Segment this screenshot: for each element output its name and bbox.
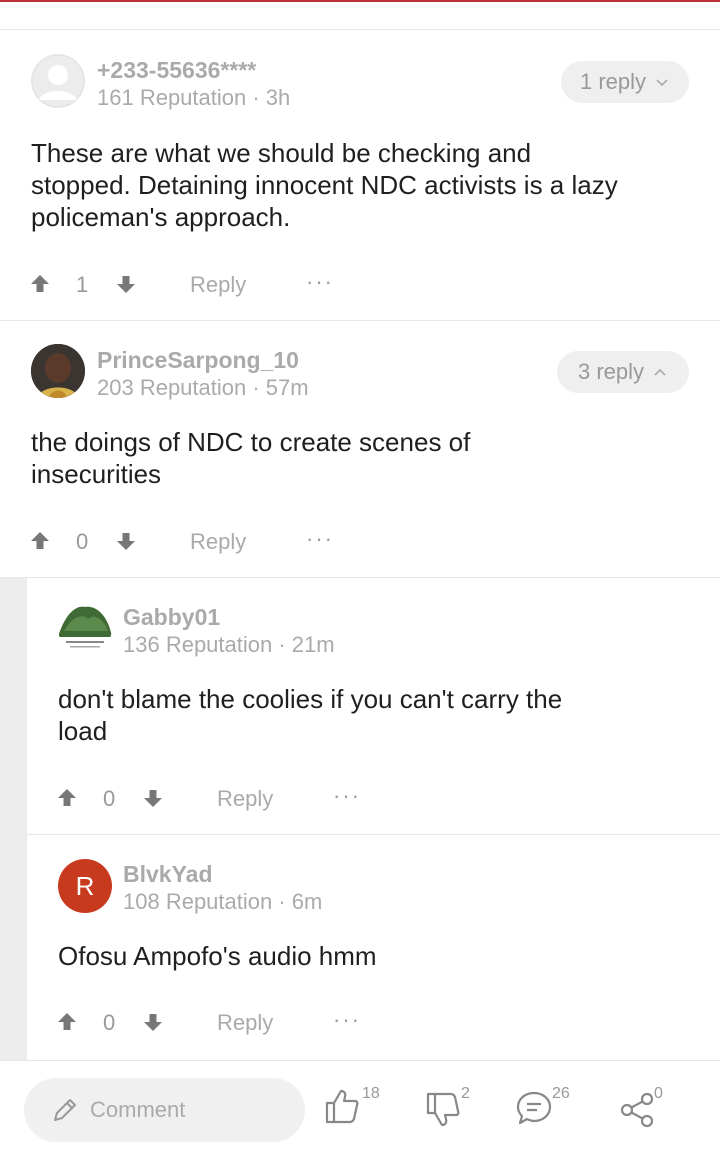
upvote-icon[interactable] <box>55 786 79 810</box>
reply-username[interactable]: BlvkYad <box>123 861 213 888</box>
comment-meta: 161 Reputation · 3h <box>97 85 291 110</box>
vote-count: 1 <box>76 272 89 297</box>
comment-input[interactable]: Comment <box>24 1078 305 1142</box>
share-icon[interactable] <box>619 1091 655 1129</box>
comment-username[interactable]: PrinceSarpong_10 <box>97 347 299 374</box>
reputation: 108 Reputation <box>123 889 273 914</box>
reply-button[interactable]: Reply <box>190 529 246 555</box>
comment-actions: 0 Reply ··· <box>28 526 348 556</box>
avatar[interactable]: R <box>58 859 112 913</box>
reply-button[interactable]: Reply <box>217 786 273 812</box>
replies-count: 1 reply <box>579 69 647 94</box>
vote-count: 0 <box>76 529 89 554</box>
downvote-icon[interactable] <box>141 786 165 810</box>
user-photo-icon <box>58 601 112 655</box>
timestamp: 57m <box>265 375 309 400</box>
timestamp: 3h <box>265 85 291 110</box>
downvote-icon[interactable] <box>141 1010 165 1034</box>
reputation: 203 Reputation <box>97 375 247 400</box>
avatar[interactable] <box>58 601 112 655</box>
avatar[interactable] <box>31 344 85 398</box>
chevron-up-icon <box>654 368 666 376</box>
reply-item: R BlvkYad 108 Reputation · 6m Ofosu Ampo… <box>27 835 720 1060</box>
reply-item: Gabby01 136 Reputation · 21m don't blame… <box>27 578 720 835</box>
reply-actions: 0 Reply ··· <box>55 783 375 813</box>
dislikes-count: 2 <box>461 1085 470 1102</box>
replies-toggle-button[interactable]: 1 reply <box>561 61 689 103</box>
upvote-icon[interactable] <box>55 1010 79 1034</box>
thumbs-down-icon[interactable] <box>425 1091 461 1129</box>
comment-text: the doings of NDC to create scenes of in… <box>31 427 471 489</box>
reply-meta: 108 Reputation · 6m <box>123 889 323 914</box>
comment-bubble-icon[interactable] <box>515 1089 553 1127</box>
reputation: 161 Reputation <box>97 85 247 110</box>
more-options-button[interactable]: ··· <box>306 269 334 295</box>
reply-actions: 0 Reply ··· <box>55 1007 375 1037</box>
reply-meta: 136 Reputation · 21m <box>123 632 335 657</box>
comments-count: 26 <box>552 1085 570 1102</box>
replies-toggle-button[interactable]: 3 reply <box>557 351 689 393</box>
thread-indent-bar <box>0 578 27 1060</box>
replies-count: 3 reply <box>577 359 645 384</box>
reply-text: Ofosu Ampofo's audio hmm <box>58 941 377 971</box>
comment-meta: 203 Reputation · 57m <box>97 375 309 400</box>
reply-text: don't blame the coolies if you can't car… <box>58 684 563 746</box>
comment-actions: 1 Reply ··· <box>28 269 348 299</box>
reputation: 136 Reputation <box>123 632 273 657</box>
user-placeholder-icon <box>31 54 85 108</box>
top-strip <box>0 0 720 30</box>
bottom-action-bar: Comment 18 2 26 0 <box>0 1060 720 1158</box>
more-options-button[interactable]: ··· <box>333 1007 361 1033</box>
more-options-button[interactable]: ··· <box>306 526 334 552</box>
comment-item: PrinceSarpong_10 203 Reputation · 57m 3 … <box>0 321 720 578</box>
timestamp: 6m <box>291 889 323 914</box>
downvote-icon[interactable] <box>114 272 138 296</box>
upvote-icon[interactable] <box>28 272 52 296</box>
vote-count: 0 <box>103 1010 116 1035</box>
upvote-icon[interactable] <box>28 529 52 553</box>
chevron-down-icon <box>656 79 668 87</box>
comment-username[interactable]: +233-55636**** <box>97 57 256 84</box>
vote-count: 0 <box>103 786 116 811</box>
accent-line <box>0 0 720 2</box>
comment-item: +233-55636**** 161 Reputation · 3h 1 rep… <box>0 31 720 321</box>
shares-count: 0 <box>654 1085 663 1102</box>
downvote-icon[interactable] <box>114 529 138 553</box>
reply-button[interactable]: Reply <box>190 272 246 298</box>
comment-placeholder: Comment <box>90 1097 186 1122</box>
reply-username[interactable]: Gabby01 <box>123 604 220 631</box>
thumbs-up-icon[interactable] <box>324 1087 360 1125</box>
avatar[interactable] <box>31 54 85 108</box>
reply-button[interactable]: Reply <box>217 1010 273 1036</box>
user-photo-icon <box>31 344 85 398</box>
comment-text: These are what we should be checking and… <box>31 138 618 232</box>
likes-count: 18 <box>362 1085 380 1102</box>
more-options-button[interactable]: ··· <box>333 783 361 809</box>
avatar-letter: R <box>75 870 95 901</box>
timestamp: 21m <box>291 632 335 657</box>
pencil-icon <box>54 1099 76 1121</box>
